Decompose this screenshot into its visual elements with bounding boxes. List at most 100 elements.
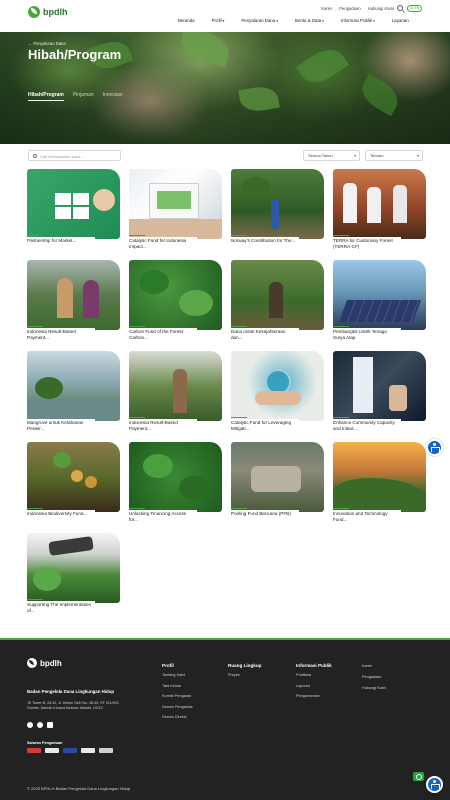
card-image xyxy=(27,351,120,421)
card-title: Unlocking Financing Access for... xyxy=(129,508,197,524)
copyright: © 2025 BPDLH-Badan Pengelola Dana Lingku… xyxy=(27,786,131,791)
image-detail xyxy=(33,567,61,591)
footer-col-extra: Karier Pengadaan Hubungi Kami xyxy=(362,661,386,694)
image-detail xyxy=(179,290,213,316)
facebook-icon[interactable] xyxy=(27,722,33,728)
card-image xyxy=(129,260,222,330)
image-detail xyxy=(139,270,169,294)
card-image xyxy=(333,169,426,239)
image-detail xyxy=(35,377,63,399)
program-card[interactable]: Indonesia Biodiversity Fund... xyxy=(27,442,120,518)
card-title: Norway's Contribution for The ... xyxy=(231,235,299,245)
program-card[interactable]: Pembangkit Listrik Tenaga Surya Atap xyxy=(333,260,426,342)
program-card[interactable]: Indonesia Result-Based Payment... xyxy=(27,260,120,342)
leaf-logo-icon xyxy=(27,658,37,668)
program-card[interactable]: Supporting The Implementation of... xyxy=(27,533,120,615)
util-link-pengadaan[interactable]: Pengadaan xyxy=(339,6,360,11)
program-card[interactable]: Innovation and Technology Fund... xyxy=(333,442,426,524)
partners-title: Saluran Pengaduan xyxy=(27,741,63,745)
footer-link[interactable]: Proyek xyxy=(228,670,261,681)
program-card[interactable]: Catalytic Fund for Indonesia Impact... xyxy=(129,169,222,251)
partner-logo[interactable] xyxy=(27,748,41,753)
search-input[interactable] xyxy=(40,152,118,160)
program-card[interactable]: Indonesia Result-Based Payment... xyxy=(129,351,222,433)
footer-link[interactable]: Tentang Kami xyxy=(162,670,193,681)
program-card[interactable]: Norway's Contribution for The ... xyxy=(231,169,324,245)
footer-link[interactable]: Komite Pengarah xyxy=(162,691,193,702)
program-card[interactable]: TERRA for Customary Forest (TERRA-CF) xyxy=(333,169,426,251)
card-image xyxy=(129,442,222,512)
nav-item-profil[interactable]: Profil xyxy=(212,18,225,23)
program-card[interactable]: Pooling Fund Bencana (PFB) xyxy=(231,442,324,518)
sort-select[interactable]: Terbaru xyxy=(365,150,423,161)
footer-col-ruang-lingkup: Ruang Lingkup Proyek xyxy=(228,662,261,681)
linkedin-icon[interactable] xyxy=(47,722,53,728)
footer-link-pengadaan[interactable]: Pengadaan xyxy=(362,672,386,683)
nav-item-penyaluran-dana[interactable]: Penyaluran Dana xyxy=(241,18,278,23)
image-detail xyxy=(55,207,71,219)
footer-link[interactable]: Pengumuman xyxy=(296,691,332,702)
footer-link-hubungi[interactable]: Hubungi Kami xyxy=(362,683,386,694)
program-card[interactable]: Mangrove untuk Ketahanan Pesisir... xyxy=(27,351,120,433)
whatsapp-icon[interactable] xyxy=(413,772,424,781)
footer-link[interactable]: Publikasi xyxy=(296,670,332,681)
footer-logo[interactable]: bpdlh xyxy=(27,658,62,668)
image-detail xyxy=(173,369,187,413)
image-detail xyxy=(57,278,73,318)
card-title: Dana untuk Kesejahteraan dan... xyxy=(231,326,299,342)
nav-item-informasi-publik[interactable]: Informasi Publik xyxy=(341,18,375,23)
image-detail xyxy=(269,282,283,318)
image-detail xyxy=(53,452,71,468)
footer-link[interactable]: Laporan xyxy=(296,681,332,692)
partner-logo[interactable] xyxy=(81,748,95,753)
brand-name: bpdlh xyxy=(43,6,68,17)
card-title: Catalytic Fund for Indonesia Impact... xyxy=(129,235,197,251)
search-field xyxy=(28,150,121,161)
program-card[interactable]: Enhance Community Capacity and Initiat..… xyxy=(333,351,426,433)
accessibility-icon[interactable] xyxy=(426,439,443,456)
card-image xyxy=(27,260,120,330)
footer-link[interactable]: Dewan Pengawas xyxy=(162,702,193,713)
nav-item-layanan[interactable]: Layanan xyxy=(392,18,409,23)
image-detail xyxy=(393,185,407,223)
program-card[interactable]: Catalytic Fund for Leveraging Mitigati..… xyxy=(231,351,324,433)
card-title: Carbon Fund of the Forest Carbon... xyxy=(129,326,197,342)
image-detail xyxy=(367,187,381,223)
footer-col-title: Profil xyxy=(162,663,174,668)
program-card[interactable]: Partnership for Market... xyxy=(27,169,120,245)
tab-hibah-program[interactable]: Hibah/Program xyxy=(28,92,64,101)
footer-col-title: Ruang Lingkup xyxy=(228,663,262,668)
brand-logo[interactable]: bpdlh xyxy=(28,6,68,18)
instagram-icon[interactable] xyxy=(37,722,43,728)
site-footer: bpdlh Badan Pengelola Dana Lingkungan Hi… xyxy=(0,638,450,800)
card-image xyxy=(231,169,324,239)
language-toggle[interactable]: ID EN xyxy=(407,5,422,12)
program-card[interactable]: Carbon Fund of the Forest Carbon... xyxy=(129,260,222,342)
partner-logo[interactable] xyxy=(63,748,77,753)
card-image xyxy=(231,351,324,421)
image-detail xyxy=(179,476,209,500)
tab-pinjaman[interactable]: Pinjaman xyxy=(73,92,94,101)
program-card[interactable]: Unlocking Financing Access for... xyxy=(129,442,222,524)
image-detail xyxy=(251,466,301,492)
footer-link-karier[interactable]: Karier xyxy=(362,661,386,672)
nav-item-berita-data[interactable]: Berita & Data xyxy=(295,18,324,23)
partner-logo[interactable] xyxy=(99,748,113,753)
footer-link[interactable]: Dewan Direksi xyxy=(162,712,193,723)
program-card[interactable]: Dana untuk Kesejahteraan dan... xyxy=(231,260,324,342)
card-title: Indonesia Biodiversity Fund... xyxy=(27,508,95,518)
footer-link[interactable]: Tata Kelola xyxy=(162,681,193,692)
search-icon[interactable] xyxy=(397,5,403,11)
partner-logo[interactable] xyxy=(45,748,59,753)
image-detail xyxy=(333,478,426,512)
year-select[interactable]: Semua Tahun xyxy=(303,150,360,161)
tab-investasi[interactable]: Investasi xyxy=(103,92,123,101)
card-image xyxy=(27,442,120,512)
breadcrumb[interactable]: ← Penyaluran Dana xyxy=(28,41,66,46)
card-title: Enhance Community Capacity and Initiat..… xyxy=(333,417,401,433)
coin-icon xyxy=(71,470,83,482)
nav-item-beranda[interactable]: Beranda xyxy=(178,18,195,23)
util-link-karier[interactable]: Karier xyxy=(321,6,332,11)
util-link-hubungi[interactable]: Hubungi Kami xyxy=(368,6,394,11)
accessibility-icon[interactable] xyxy=(426,776,443,793)
